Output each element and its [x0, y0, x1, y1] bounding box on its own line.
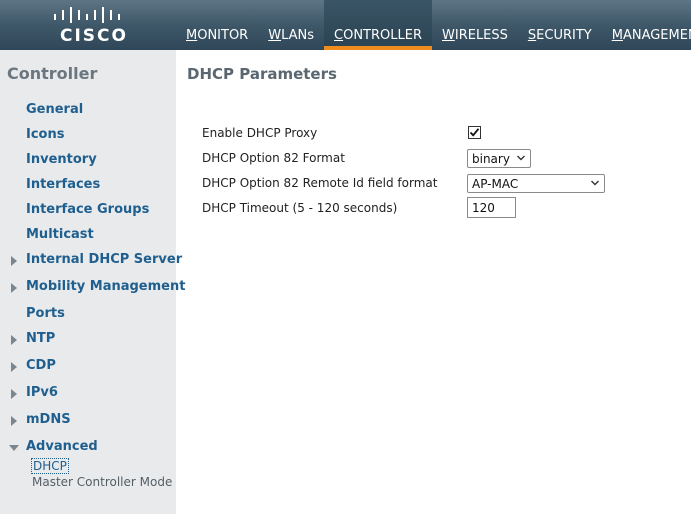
sidebar-item-internal-dhcp-server[interactable]: Internal DHCP Server [26, 252, 182, 267]
sidebar-item-general[interactable]: General [26, 102, 83, 117]
dhcp-timeout-input[interactable]: 120 [467, 197, 516, 218]
nav-monitor-label: ONITOR [197, 28, 249, 43]
sidebar-item-advanced[interactable]: Advanced [26, 439, 98, 454]
sidebar-item-inventory[interactable]: Inventory [26, 152, 97, 167]
sidebar-item-cdp[interactable]: CDP [26, 358, 56, 373]
cisco-logo[interactable]: CISCO [52, 6, 126, 46]
sidebar-subitem-master-controller-mode[interactable]: Master Controller Mode [32, 475, 172, 489]
nav-wlans[interactable]: WLANs [258, 0, 324, 50]
sidebar-item-icons[interactable]: Icons [26, 127, 64, 142]
top-header: CISCO MONITOR WLANs CONTROLLER WIRELESS … [0, 0, 691, 50]
nav-management-hotkey: M [611, 28, 623, 43]
nav-wlans-hotkey: W [268, 28, 282, 43]
sidebar-title: Controller [7, 64, 98, 83]
enable-dhcp-proxy-label: Enable DHCP Proxy [202, 126, 318, 140]
expand-arrow-icon[interactable] [11, 362, 17, 372]
sidebar-item-interface-groups[interactable]: Interface Groups [26, 202, 149, 217]
nav-wireless-label: IRELESS [454, 28, 508, 43]
main-nav: MONITOR WLANs CONTROLLER WIRELESS SECURI… [176, 0, 691, 50]
sidebar-item-multicast[interactable]: Multicast [26, 227, 94, 242]
sidebar-item-ipv6[interactable]: IPv6 [26, 385, 58, 400]
nav-security-label: ECURITY [536, 28, 592, 43]
sidebar-item-mobility-management[interactable]: Mobility Management [26, 279, 185, 294]
nav-management-label: ANAGEMENT [622, 28, 691, 43]
page-title: DHCP Parameters [187, 65, 337, 83]
dhcp-option82-remote-id-select[interactable]: AP-MAC [467, 174, 605, 193]
cisco-bars-icon [54, 7, 120, 23]
nav-controller[interactable]: CONTROLLER [324, 0, 432, 50]
chevron-down-icon [591, 180, 599, 186]
dhcp-option82-format-value: binary [472, 152, 510, 166]
expand-arrow-icon[interactable] [11, 256, 17, 266]
sidebar-item-interfaces[interactable]: Interfaces [26, 177, 100, 192]
dhcp-option82-remote-id-value: AP-MAC [472, 177, 519, 191]
nav-wlans-label: LANs [281, 28, 315, 43]
collapse-arrow-icon[interactable] [9, 445, 19, 451]
sidebar-item-ports[interactable]: Ports [26, 306, 65, 321]
chevron-down-icon [517, 155, 525, 161]
nav-monitor[interactable]: MONITOR [176, 0, 258, 50]
enable-dhcp-proxy-checkbox[interactable] [468, 126, 481, 139]
nav-wireless-hotkey: W [442, 28, 455, 43]
dhcp-timeout-label: DHCP Timeout (5 - 120 seconds) [202, 201, 398, 215]
checkmark-icon [469, 128, 480, 137]
nav-wireless[interactable]: WIRELESS [432, 0, 518, 50]
sidebar: Controller General Icons Inventory Inter… [0, 50, 185, 514]
expand-arrow-icon[interactable] [11, 389, 17, 399]
nav-management[interactable]: MANAGEMENT [602, 0, 691, 50]
dhcp-option82-format-select[interactable]: binary [467, 149, 531, 168]
nav-security-hotkey: S [527, 28, 537, 43]
expand-arrow-icon[interactable] [11, 335, 17, 345]
expand-arrow-icon[interactable] [11, 416, 17, 426]
expand-arrow-icon[interactable] [11, 283, 17, 293]
sidebar-item-ntp[interactable]: NTP [26, 331, 55, 346]
nav-controller-label: ONTROLLER [343, 28, 422, 43]
logo-text: CISCO [60, 26, 128, 46]
sidebar-item-mdns[interactable]: mDNS [26, 412, 71, 427]
dhcp-option82-format-label: DHCP Option 82 Format [202, 151, 345, 165]
dhcp-option82-remote-id-label: DHCP Option 82 Remote Id field format [202, 176, 438, 190]
nav-security[interactable]: SECURITY [518, 0, 602, 50]
nav-monitor-hotkey: M [186, 28, 198, 43]
sidebar-subitem-dhcp[interactable]: DHCP [31, 458, 69, 474]
nav-controller-hotkey: C [334, 28, 344, 43]
